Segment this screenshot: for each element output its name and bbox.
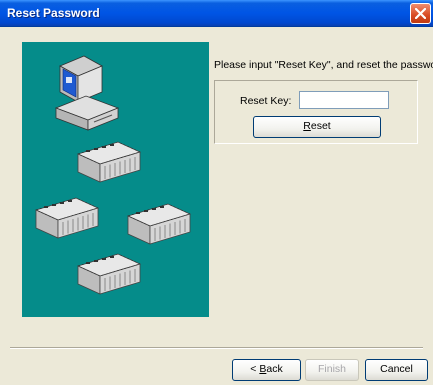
cancel-button[interactable]: Cancel — [365, 359, 428, 381]
plc-device-icon — [77, 141, 141, 183]
plc-device-icon — [127, 203, 191, 245]
reset-password-dialog: Reset Password Please input "Reset Key",… — [0, 0, 433, 385]
window-title: Reset Password — [7, 6, 100, 20]
reset-key-label: Reset Key: — [240, 95, 292, 107]
reset-key-input[interactable] — [299, 91, 389, 109]
footer-separator-highlight — [10, 348, 423, 349]
plc-device-icon — [77, 253, 141, 295]
title-bar[interactable]: Reset Password — [0, 0, 433, 27]
reset-button[interactable]: Reset — [253, 116, 381, 138]
network-illustration — [22, 42, 209, 317]
close-icon — [415, 8, 426, 19]
instruction-text: Please input "Reset Key", and reset the … — [214, 59, 433, 71]
back-button[interactable]: < Back — [232, 359, 301, 381]
computer-icon — [54, 55, 120, 131]
plc-device-icon — [35, 197, 99, 239]
finish-button[interactable]: Finish — [305, 359, 359, 381]
close-button[interactable] — [410, 3, 431, 24]
